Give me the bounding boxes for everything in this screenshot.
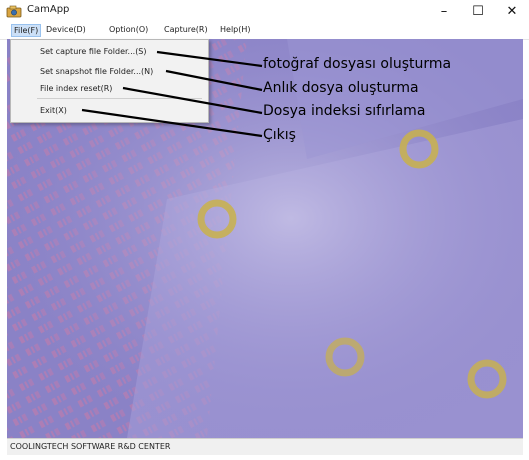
file-menu-dropdown: Set capture file Folder...(S) Set snapsh… <box>10 39 209 123</box>
maximize-icon: ☐ <box>472 3 484 19</box>
set-capture-folder-item[interactable]: Set capture file Folder...(S) <box>40 47 147 56</box>
status-text: COOLINGTECH SOFTWARE R&D CENTER <box>10 442 171 451</box>
file-index-reset-item[interactable]: File index reset(R) <box>40 84 112 93</box>
set-snapshot-folder-item[interactable]: Set snapshot file Folder...(N) <box>40 67 153 76</box>
menu-file[interactable]: File(F) <box>11 24 42 37</box>
close-icon: ✕ <box>506 3 518 19</box>
minimize-icon: – <box>440 3 448 19</box>
minimize-button[interactable]: – <box>427 0 461 22</box>
menu-device[interactable]: Device(D) <box>44 24 88 35</box>
window-title: CamApp <box>27 4 70 15</box>
exit-item[interactable]: Exit(X) <box>40 106 67 115</box>
camera-app-icon <box>6 5 22 18</box>
title-bar[interactable]: CamApp – ☐ ✕ <box>0 0 529 22</box>
menu-bar: File(F) Device(D) Option(O) Capture(R) H… <box>0 22 529 40</box>
menu-option[interactable]: Option(O) <box>107 24 150 35</box>
maximize-button[interactable]: ☐ <box>461 0 495 22</box>
menu-separator <box>37 98 202 99</box>
menu-help[interactable]: Help(H) <box>218 24 253 35</box>
status-bar: COOLINGTECH SOFTWARE R&D CENTER <box>7 438 523 455</box>
camapp-window: CamApp – ☐ ✕ File(F) Device(D) Option(O)… <box>0 0 529 460</box>
menu-capture[interactable]: Capture(R) <box>162 24 210 35</box>
close-button[interactable]: ✕ <box>495 0 529 22</box>
